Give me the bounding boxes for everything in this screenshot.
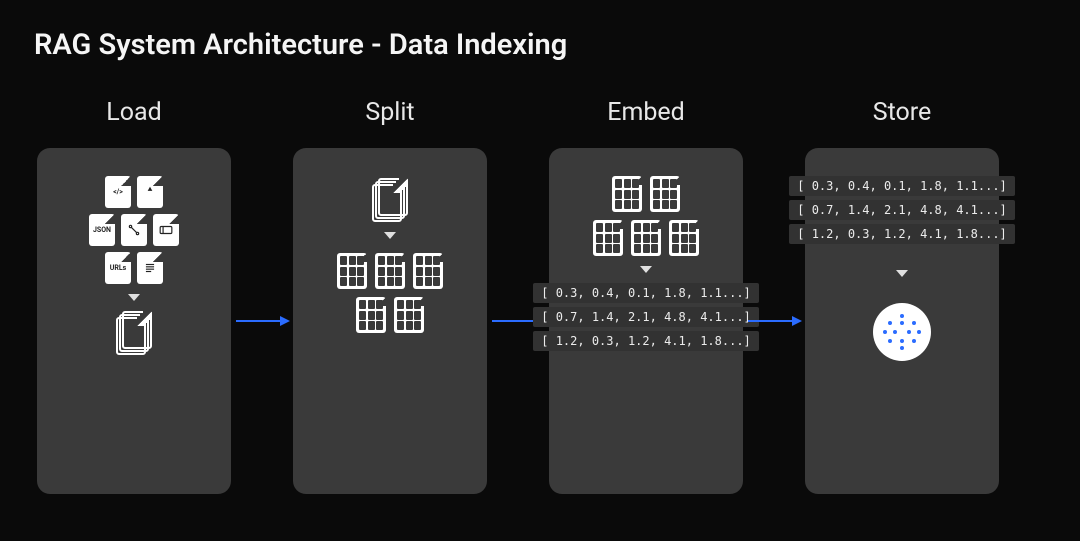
step-label-split: Split [365, 98, 414, 128]
chunk-icon [612, 176, 642, 212]
panel-load: </> JSON URLs [37, 148, 231, 494]
file-urls-icon: URLs [105, 252, 131, 284]
chunk-icon [394, 297, 424, 333]
diagram-title: RAG System Architecture - Data Indexing [34, 28, 1046, 62]
file-pdf-icon [137, 176, 163, 208]
step-embed: Embed [ 0.3, 0.4, 0.1, 1.8, 1.1...] [ 0.… [546, 98, 746, 494]
down-arrow-icon [384, 232, 396, 239]
file-data-icon [153, 214, 179, 246]
panel-store: [ 0.3, 0.4, 0.1, 1.8, 1.1...] [ 0.7, 1.4… [805, 148, 999, 494]
step-label-load: Load [106, 98, 161, 128]
embedding-vectors: [ 0.3, 0.4, 0.1, 1.8, 1.1...] [ 0.7, 1.4… [533, 283, 759, 351]
vector-row: [ 1.2, 0.3, 1.2, 4.1, 1.8...] [789, 224, 1015, 244]
vector-row: [ 0.3, 0.4, 0.1, 1.8, 1.1...] [533, 283, 759, 303]
document-stack-icon [372, 178, 408, 222]
file-json-icon: JSON [89, 214, 115, 246]
file-code-icon: </> [105, 176, 131, 208]
file-text-icon [137, 252, 163, 284]
chunks-cluster [593, 176, 699, 256]
chunk-icon [337, 253, 367, 289]
vector-row: [ 1.2, 0.3, 1.2, 4.1, 1.8...] [533, 331, 759, 351]
vector-row: [ 0.7, 1.4, 2.1, 4.8, 4.1...] [789, 200, 1015, 220]
chunk-icon [650, 176, 680, 212]
vector-row: [ 0.7, 1.4, 2.1, 4.8, 4.1...] [533, 307, 759, 327]
step-label-embed: Embed [607, 98, 685, 128]
vector-store-icon [873, 303, 931, 361]
step-split: Split [290, 98, 490, 494]
chunk-icon [356, 297, 386, 333]
down-arrow-icon [896, 270, 908, 277]
step-load: Load </> JSON [34, 98, 234, 494]
vector-row: [ 0.3, 0.4, 0.1, 1.8, 1.1...] [789, 176, 1015, 196]
down-arrow-icon [640, 266, 652, 273]
step-label-store: Store [873, 98, 932, 128]
file-graph-icon [121, 214, 147, 246]
chunk-icon [593, 220, 623, 256]
panel-embed: [ 0.3, 0.4, 0.1, 1.8, 1.1...] [ 0.7, 1.4… [549, 148, 743, 494]
document-stack-icon [116, 311, 152, 355]
chunk-icon [375, 253, 405, 289]
chunk-icon [669, 220, 699, 256]
chunk-icon [631, 220, 661, 256]
stored-vectors: [ 0.3, 0.4, 0.1, 1.8, 1.1...] [ 0.7, 1.4… [789, 176, 1015, 244]
step-store: Store [ 0.3, 0.4, 0.1, 1.8, 1.1...] [ 0.… [802, 98, 1002, 494]
chunk-icon [413, 253, 443, 289]
panel-split [293, 148, 487, 494]
vector-db-dots [881, 311, 923, 353]
down-arrow-icon [128, 294, 140, 301]
arrow-load-to-split [234, 98, 290, 494]
arrow-embed-to-store [746, 98, 802, 494]
flow-row: Load </> JSON [34, 98, 1046, 494]
chunks-cluster [337, 253, 443, 333]
load-source-icons: </> JSON URLs [89, 176, 179, 284]
